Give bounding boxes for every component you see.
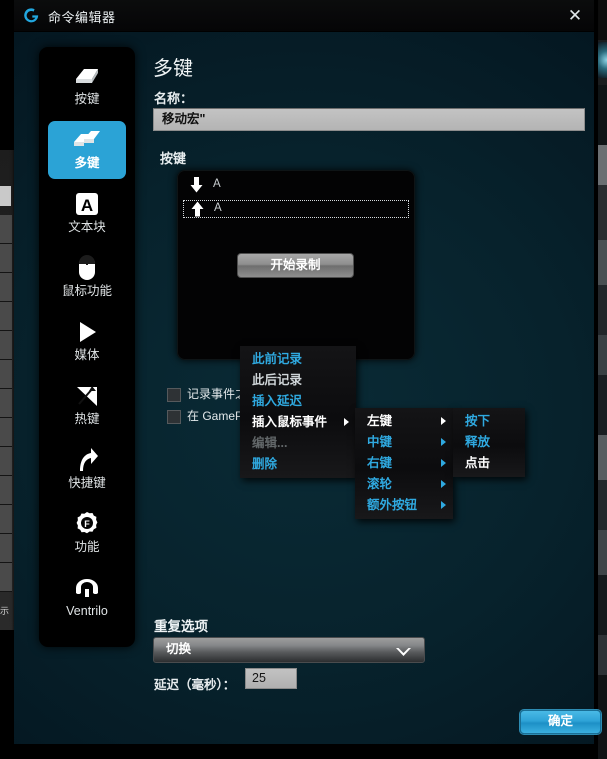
- sidebar-item-function[interactable]: F 功能: [48, 505, 126, 563]
- menu-item-record-before[interactable]: 此前记录: [240, 349, 356, 370]
- submenu-arrow-icon: [441, 501, 446, 509]
- hotkey-icon: [48, 380, 126, 412]
- menu-item-delete[interactable]: 删除: [240, 454, 356, 475]
- menu-item-middle-button[interactable]: 中键: [355, 432, 453, 453]
- sidebar-item-keystroke[interactable]: 按键: [48, 57, 126, 115]
- chevron-down-icon: [395, 645, 412, 663]
- svg-text:F: F: [84, 519, 90, 529]
- menu-item-edit[interactable]: 编辑...: [240, 433, 356, 454]
- sidebar-item-textblock[interactable]: A 文本块: [48, 185, 126, 243]
- submenu-arrow-icon: [344, 418, 349, 426]
- logitech-g-icon: [22, 6, 41, 25]
- context-submenu-button-actions: 按下 释放 点击: [453, 408, 525, 477]
- sidebar-item-label: 功能: [48, 540, 126, 555]
- title-bar: 命令编辑器 ✕: [14, 0, 594, 32]
- menu-item-release[interactable]: 释放: [453, 432, 525, 453]
- menu-item-label: 此前记录: [252, 352, 302, 366]
- submenu-arrow-icon: [441, 459, 446, 467]
- background-left-text: 示: [0, 604, 12, 618]
- delay-label: 延迟（毫秒）：: [154, 674, 235, 693]
- sidebar-item-label: 按键: [48, 92, 126, 107]
- menu-item-press[interactable]: 按下: [453, 411, 525, 432]
- context-submenu-mouse-buttons: 左键 中键 右键 滚轮 额外按钮: [355, 408, 453, 519]
- context-menu: 此前记录 此后记录 插入延迟 插入鼠标事件 编辑... 删除: [240, 346, 356, 478]
- background-left-rows: [0, 215, 12, 585]
- menu-item-label: 插入鼠标事件: [252, 415, 327, 429]
- menu-item-record-after[interactable]: 此后记录: [240, 370, 356, 391]
- menu-item-label: 插入延迟: [252, 394, 302, 408]
- menu-item-label: 右键: [367, 456, 392, 470]
- menu-item-insert-delay[interactable]: 插入延迟: [240, 391, 356, 412]
- arrow-down-icon: [190, 177, 203, 193]
- menu-item-scroll-wheel[interactable]: 滚轮: [355, 474, 453, 495]
- window-title: 命令编辑器: [48, 7, 116, 26]
- start-recording-button[interactable]: 开始录制: [237, 253, 354, 278]
- mouse-icon: [48, 252, 126, 284]
- keystroke-icon: [48, 60, 126, 92]
- menu-item-left-button[interactable]: 左键: [355, 411, 453, 432]
- background-right-glow: [598, 42, 607, 78]
- menu-item-extra-buttons[interactable]: 额外按钮: [355, 495, 453, 516]
- sidebar-item-label: 鼠标功能: [48, 284, 126, 299]
- repeat-mode-select[interactable]: 切换: [153, 637, 425, 663]
- repeat-options-label: 重复选项: [154, 615, 208, 635]
- sidebar-item-multikey[interactable]: 多键: [48, 121, 126, 179]
- shortcut-arrow-icon: [48, 444, 126, 476]
- svg-text:A: A: [81, 196, 93, 215]
- menu-item-label: 滚轮: [367, 477, 392, 491]
- list-item[interactable]: A: [183, 176, 409, 194]
- main-panel: 多键 名称： 按键 A A: [135, 40, 594, 740]
- repeat-mode-value: 切换: [166, 638, 191, 661]
- category-sidebar: 按键 多键 A 文本块: [39, 47, 135, 647]
- sidebar-item-label: 快捷键: [48, 476, 126, 491]
- arrow-up-icon: [191, 201, 204, 217]
- key-name: A: [214, 201, 222, 216]
- menu-item-label: 释放: [465, 435, 490, 449]
- menu-item-insert-mouse-event[interactable]: 插入鼠标事件: [240, 412, 356, 433]
- menu-item-label: 中键: [367, 435, 392, 449]
- menu-item-label: 按下: [465, 414, 490, 428]
- sidebar-item-label: 热键: [48, 412, 126, 427]
- sidebar-item-shortcut[interactable]: 快捷键: [48, 441, 126, 499]
- sidebar-item-label: 多键: [48, 156, 126, 171]
- menu-item-label: 点击: [465, 456, 490, 470]
- media-play-icon: [48, 316, 126, 348]
- sidebar-item-ventrilo[interactable]: Ventrilo: [48, 569, 126, 627]
- sidebar-item-hotkey[interactable]: 热键: [48, 377, 126, 435]
- background-left-highlight: [0, 186, 11, 206]
- ok-button[interactable]: 确定: [520, 710, 601, 734]
- submenu-arrow-icon: [441, 417, 446, 425]
- textblock-icon: A: [48, 188, 126, 220]
- sidebar-item-media[interactable]: 媒体: [48, 313, 126, 371]
- key-name: A: [213, 177, 221, 192]
- multikey-icon: [48, 124, 126, 156]
- name-label: 名称：: [154, 88, 193, 107]
- sidebar-item-label: 媒体: [48, 348, 126, 363]
- menu-item-right-button[interactable]: 右键: [355, 453, 453, 474]
- submenu-arrow-icon: [441, 480, 446, 488]
- menu-item-label: 此后记录: [252, 373, 302, 387]
- keys-section-label: 按键: [160, 148, 186, 167]
- delay-input[interactable]: [245, 668, 297, 689]
- headset-icon: [48, 572, 126, 604]
- menu-item-label: 左键: [367, 414, 392, 428]
- checkbox-box[interactable]: [167, 388, 181, 402]
- name-input[interactable]: [153, 108, 585, 131]
- sidebar-item-label: Ventrilo: [48, 604, 126, 619]
- function-gear-icon: F: [48, 508, 126, 540]
- submenu-arrow-icon: [441, 438, 446, 446]
- menu-item-label: 编辑...: [252, 436, 287, 450]
- menu-item-click[interactable]: 点击: [453, 453, 525, 474]
- background-window-right: [598, 0, 607, 759]
- close-icon[interactable]: ✕: [564, 5, 586, 27]
- sidebar-item-mouse-function[interactable]: 鼠标功能: [48, 249, 126, 307]
- menu-item-label: 删除: [252, 457, 277, 471]
- sidebar-item-label: 文本块: [48, 220, 126, 235]
- checkbox-box[interactable]: [167, 410, 181, 424]
- page-title: 多键: [153, 52, 193, 81]
- list-item[interactable]: A: [183, 200, 409, 218]
- menu-item-label: 额外按钮: [367, 498, 417, 512]
